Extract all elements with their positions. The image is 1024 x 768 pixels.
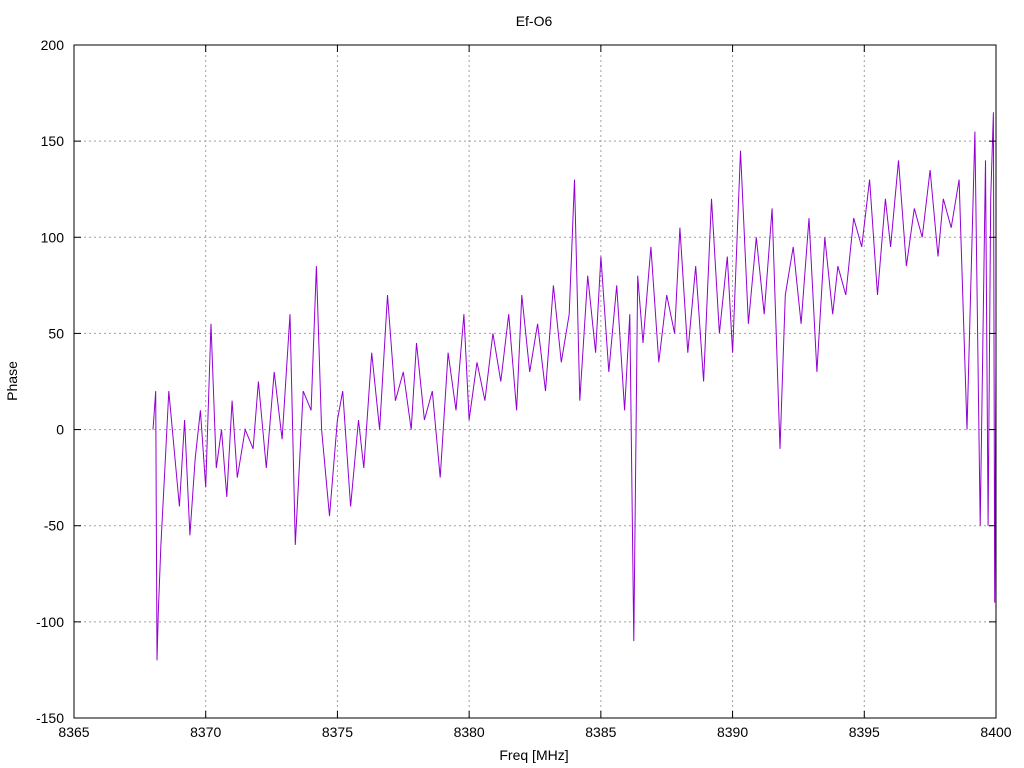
series-group [152,112,997,661]
y-tick-label: 0 [56,422,64,438]
chart-title: Ef-O6 [516,13,553,29]
grid-lines [74,45,996,718]
x-tick-label: 8390 [717,724,748,740]
y-tick-label: -150 [36,710,64,726]
y-axis-label: Phase [4,361,20,401]
y-tick-label: 100 [41,229,65,245]
x-tick-label: 8385 [585,724,616,740]
y-tick-label: -50 [44,518,64,534]
phase-line-chart: Ef-O6 8365 8370 8375 8380 8385 8390 8395 8400 -1… [4,13,1012,763]
x-axis-label: Freq [MHz] [499,747,568,763]
plot-frame [73,44,997,719]
x-tick-label: 8395 [849,724,880,740]
axis-ticks: 8365 8370 8375 8380 8385 8390 8395 8400 -150 -100… [36,37,1012,740]
x-tick-label: 8375 [322,724,353,740]
x-tick-label: 8365 [58,724,89,740]
y-tick-label: 150 [41,133,65,149]
x-tick-label: 8370 [190,724,221,740]
series-line [152,112,997,661]
y-tick-label: 50 [48,325,64,341]
y-tick-label: 200 [41,37,65,53]
x-tick-label: 8380 [454,724,485,740]
y-tick-label: -100 [36,614,64,630]
x-tick-label: 8400 [980,724,1011,740]
